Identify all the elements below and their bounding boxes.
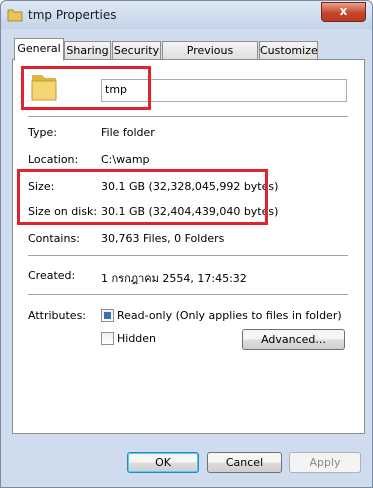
tab-security[interactable]: Security — [112, 41, 161, 59]
created-value: 1 กรกฎาคม 2554, 17:45:32 — [101, 272, 247, 285]
divider — [28, 294, 348, 295]
attributes-label: Attributes: — [28, 309, 87, 322]
type-label: Type: — [28, 126, 57, 139]
highlight-box-name — [21, 66, 151, 110]
window-title: tmp Properties — [28, 8, 117, 22]
contains-label: Contains: — [28, 232, 80, 245]
readonly-label: Read-only (Only applies to files in fold… — [117, 309, 342, 322]
cancel-button[interactable]: Cancel — [207, 452, 282, 473]
properties-window: tmp Properties x General Sharing Securit… — [0, 0, 373, 488]
divider — [28, 116, 348, 117]
hidden-label: Hidden — [117, 332, 157, 345]
hidden-checkbox[interactable] — [101, 332, 114, 345]
tab-sharing[interactable]: Sharing — [64, 41, 111, 59]
tab-customize[interactable]: Customize — [259, 41, 318, 59]
location-value: C:\wamp — [101, 153, 150, 166]
created-label: Created: — [28, 269, 76, 282]
title-bar[interactable]: tmp Properties x — [1, 1, 372, 29]
apply-button[interactable]: Apply — [289, 452, 361, 473]
type-value: File folder — [101, 126, 155, 139]
folder-icon — [7, 9, 23, 22]
divider — [28, 255, 348, 256]
highlight-box-size — [17, 169, 268, 225]
advanced-button[interactable]: Advanced... — [242, 329, 345, 350]
ok-button[interactable]: OK — [127, 452, 199, 473]
contains-value: 30,763 Files, 0 Folders — [101, 232, 225, 245]
readonly-checkbox[interactable] — [101, 309, 114, 322]
tab-previous-versions[interactable]: Previous Versions — [162, 41, 258, 74]
tab-general[interactable]: General — [14, 38, 64, 61]
location-label: Location: — [28, 153, 79, 166]
close-button[interactable]: x — [321, 2, 366, 22]
